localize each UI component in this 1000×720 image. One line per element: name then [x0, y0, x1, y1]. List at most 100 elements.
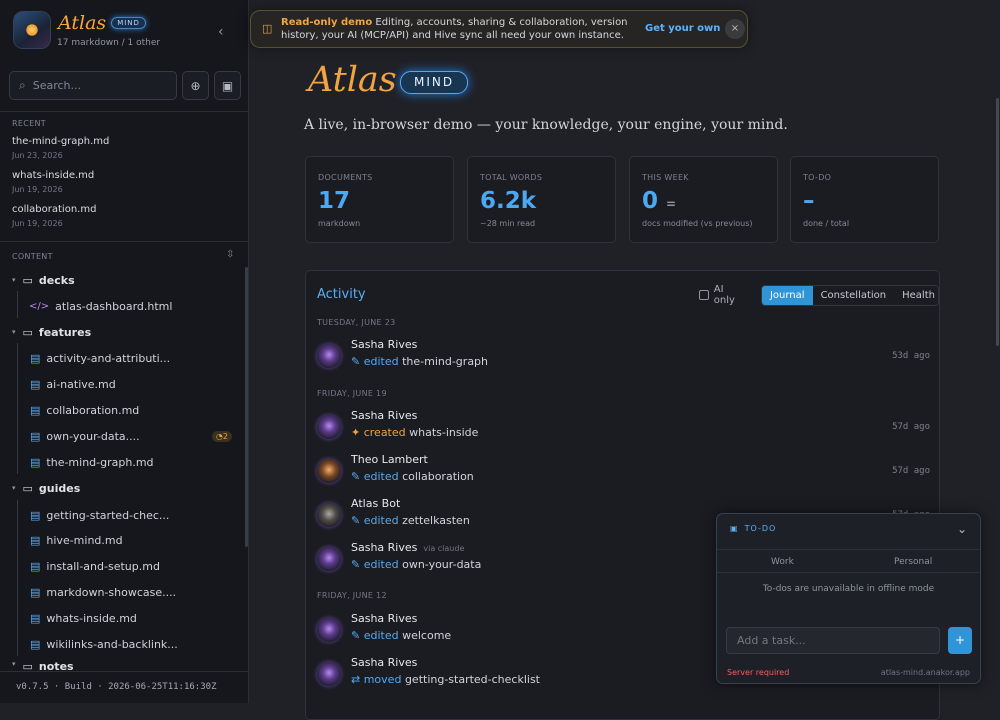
- stat-card-todo[interactable]: TO-DO – done / total: [790, 156, 939, 243]
- activity-entry[interactable]: Theo Lambert ✎ edited collaboration 57d …: [317, 453, 930, 491]
- activity-entry[interactable]: Sasha Rives ✦ created whats-inside 57d a…: [317, 409, 930, 447]
- move-icon: ⇄: [351, 673, 361, 686]
- file-label: wikilinks-and-backlink...: [46, 637, 178, 651]
- action-target[interactable]: own-your-data: [402, 558, 481, 571]
- collapse-sidebar-icon[interactable]: ‹: [218, 24, 224, 40]
- recent-item[interactable]: the-mind-graph.md: [12, 136, 109, 147]
- tree-item-file[interactable]: ▤ collaboration.md: [0, 399, 139, 421]
- chevron-down-icon: ▾: [12, 328, 16, 336]
- stat-label: DOCUMENTS: [318, 173, 373, 182]
- action-target[interactable]: zettelkasten: [402, 514, 470, 527]
- tree-item-atlas-dashboard[interactable]: </> atlas-dashboard.html: [0, 295, 172, 317]
- sidebar-scrollbar[interactable]: [245, 267, 248, 547]
- tree-item-file[interactable]: ▤ install-and-setup.md: [0, 555, 160, 577]
- tree-item-file[interactable]: ▤ ai-native.md: [0, 373, 116, 395]
- tree-item-file[interactable]: ▤ hive-mind.md: [0, 529, 123, 551]
- via-label: via claude: [423, 544, 465, 553]
- tab-journal[interactable]: Journal: [761, 285, 813, 305]
- clipboard-icon: ▣: [221, 78, 234, 93]
- tab-health[interactable]: Health: [894, 285, 938, 305]
- instance-url[interactable]: atlas-mind.anakor.app: [881, 668, 970, 677]
- content-label: CONTENT: [12, 252, 53, 261]
- avatar: [317, 459, 341, 483]
- file-label: atlas-dashboard.html: [55, 299, 173, 313]
- comment-icon: ◔: [215, 431, 223, 441]
- view-tabs: Journal Constellation Health: [760, 284, 939, 306]
- avatar: [317, 618, 341, 642]
- add-task-button[interactable]: +: [948, 627, 972, 654]
- banner-text: Read-only demo Editing, accounts, sharin…: [281, 16, 637, 42]
- avatar: [317, 503, 341, 527]
- stat-label: TO-DO: [803, 173, 832, 182]
- folder-notes[interactable]: ▾ ▭ notes: [0, 660, 74, 671]
- day-header: FRIDAY, JUNE 12: [317, 591, 387, 600]
- recent-item[interactable]: collaboration.md: [12, 204, 96, 215]
- file-label: whats-inside.md: [46, 611, 137, 625]
- actor-name-text: Sasha Rives: [351, 541, 418, 554]
- document-icon: ▤: [30, 377, 41, 391]
- main-scrollbar[interactable]: [996, 98, 999, 346]
- file-label: markdown-showcase....: [46, 585, 177, 599]
- chevron-down-icon: ▾: [12, 660, 16, 668]
- document-icon: ▤: [30, 403, 41, 417]
- tree-item-file[interactable]: ▤ own-your-data.... ◔2: [0, 425, 240, 447]
- action-target[interactable]: welcome: [402, 629, 451, 642]
- file-label: own-your-data....: [46, 429, 140, 443]
- sort-icon[interactable]: ⇳: [226, 249, 234, 260]
- tree-item-file[interactable]: ▤ activity-and-attributi...: [0, 347, 170, 369]
- tab-constellation[interactable]: Constellation: [812, 285, 895, 305]
- tree-item-file[interactable]: ▤ whats-inside.md: [0, 607, 137, 629]
- tree-item-file[interactable]: ▤ markdown-showcase....: [0, 581, 176, 603]
- day-header: TUESDAY, JUNE 23: [317, 318, 396, 327]
- action-target[interactable]: the-mind-graph: [402, 355, 488, 368]
- activity-entry[interactable]: Sasha Rives ✎ edited the-mind-graph 53d …: [317, 338, 930, 376]
- file-label: getting-started-chec...: [46, 508, 170, 522]
- relative-time: 53d ago: [892, 351, 930, 361]
- tree-item-file[interactable]: ▤ wikilinks-and-backlink...: [0, 633, 178, 655]
- stat-card-words[interactable]: TOTAL WORDS 6.2k ~28 min read: [467, 156, 616, 243]
- get-your-own-link[interactable]: Get your own ↗: [645, 23, 732, 34]
- graph-icon: ⊕: [190, 78, 201, 93]
- ai-only-checkbox[interactable]: [699, 290, 709, 300]
- folder-icon: ▭: [22, 660, 33, 671]
- action-verb: moved: [363, 673, 402, 686]
- search-input[interactable]: ⌕ Search...: [9, 71, 177, 100]
- folder-features[interactable]: ▾ ▭ features: [0, 321, 91, 343]
- chevron-down-icon: ▾: [12, 276, 16, 284]
- file-label: the-mind-graph.md: [46, 455, 154, 469]
- actor-name: Atlas Bot: [351, 497, 401, 510]
- activity-action: ✎ edited zettelkasten: [351, 514, 470, 527]
- folder-decks[interactable]: ▾ ▭ decks: [0, 269, 75, 291]
- todo-empty-message: To-dos are unavailable in offline mode: [762, 584, 935, 594]
- clipboard-button[interactable]: ▣: [214, 71, 241, 100]
- close-banner-button[interactable]: ×: [725, 19, 745, 39]
- tab-work[interactable]: Work: [771, 557, 794, 567]
- file-label: ai-native.md: [46, 377, 116, 391]
- stat-value: 17: [318, 188, 351, 214]
- action-target[interactable]: collaboration: [402, 470, 474, 483]
- tree-item-file[interactable]: ▤ the-mind-graph.md: [0, 451, 154, 473]
- sidebar: Atlas MIND 17 markdown / 1 other ‹ ⌕ Sea…: [0, 0, 249, 703]
- file-label: collaboration.md: [46, 403, 140, 417]
- tree-item-file[interactable]: ▤ getting-started-chec...: [0, 504, 169, 526]
- chevron-down-icon[interactable]: ⌄: [957, 522, 967, 536]
- file-label: hive-mind.md: [46, 533, 123, 547]
- tab-personal[interactable]: Personal: [894, 557, 932, 567]
- stat-card-this-week[interactable]: THIS WEEK 0 = docs modified (vs previous…: [629, 156, 778, 243]
- add-task-input[interactable]: Add a task...: [726, 627, 940, 654]
- ai-only-label: AI only: [713, 284, 735, 306]
- recent-item[interactable]: whats-inside.md: [12, 170, 94, 181]
- recent-date: Jun 23, 2026: [12, 151, 63, 160]
- action-target[interactable]: getting-started-checklist: [405, 673, 540, 686]
- relative-time: 57d ago: [892, 466, 930, 476]
- banner-bold: Read-only demo: [281, 17, 373, 28]
- folder-guides[interactable]: ▾ ▭ guides: [0, 477, 80, 499]
- stat-number: 0: [642, 188, 659, 214]
- doc-count: 17 markdown / 1 other: [57, 38, 161, 48]
- atlas-logo-icon: [14, 12, 50, 48]
- action-target[interactable]: whats-inside: [409, 426, 478, 439]
- todo-panel: ▣ TO-DO ⌄ Work Personal To-dos are unavai…: [716, 513, 981, 684]
- stat-card-documents[interactable]: DOCUMENTS 17 markdown: [305, 156, 454, 243]
- graph-button[interactable]: ⊕: [182, 71, 209, 100]
- code-file-icon: </>: [29, 300, 50, 312]
